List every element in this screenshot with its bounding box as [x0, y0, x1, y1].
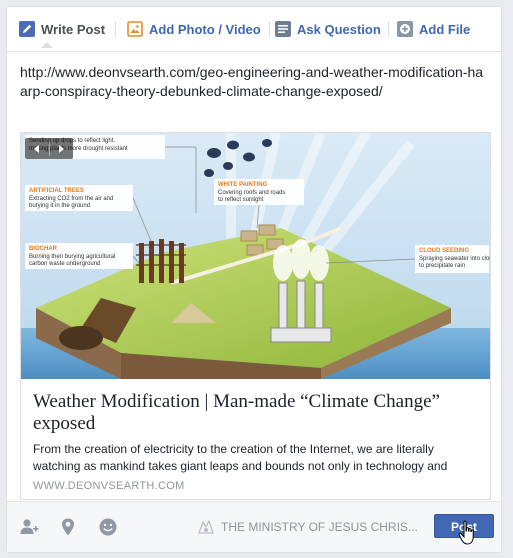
tab-add-file-label: Add File	[419, 21, 471, 37]
label-artificial-trees: ARTIFICIAL TREES	[29, 188, 84, 194]
tab-write-post[interactable]: Write Post	[19, 19, 105, 39]
active-tab-indicator	[41, 42, 53, 48]
tab-ask-question-label: Ask Question	[297, 21, 381, 37]
svg-text:burying it in the ground: burying it in the ground	[29, 203, 90, 209]
climate-engineering-illustration: Sending up drops to reflect light, makin…	[21, 133, 490, 379]
tab-add-photo-video-label: Add Photo / Video	[149, 21, 261, 37]
svg-text:Spraying seawater into clouds: Spraying seawater into clouds	[419, 256, 490, 262]
link-preview[interactable]: Sending up drops to reflect light, makin…	[20, 132, 491, 500]
smiley-face-icon[interactable]	[98, 517, 118, 537]
tag-friends-icon[interactable]	[19, 517, 39, 537]
label-white-painting: WHITE PAINTING	[218, 182, 268, 188]
composer-tabs: Write Post Add Photo / Video Ask Questio…	[7, 7, 501, 52]
hand-cursor-icon	[458, 520, 474, 545]
tab-add-photo-video[interactable]: Add Photo / Video	[127, 19, 261, 39]
tab-write-post-label: Write Post	[41, 21, 106, 37]
svg-text:Burning then burying agricultu: Burning then burying agricultural	[29, 254, 115, 260]
tab-divider	[269, 21, 270, 37]
arrow-right-icon	[59, 144, 65, 153]
tab-ask-question[interactable]: Ask Question	[275, 19, 381, 39]
preview-meta: Weather Modification | Man-made “Climate…	[21, 379, 490, 499]
svg-text:carbon waste underground: carbon waste underground	[29, 261, 100, 267]
post-as-page-name: THE MINISTRY OF JESUS CHRIS...	[221, 520, 418, 534]
preview-domain: WWW.DEONVSEARTH.COM	[33, 480, 185, 492]
plus-box-icon	[397, 21, 413, 37]
post-text-input[interactable]: http://www.deonvsearth.com/geo-engineeri…	[20, 63, 490, 101]
image-slider-controls	[25, 138, 73, 159]
tab-add-file[interactable]: Add File	[397, 19, 470, 39]
previous-image-button[interactable]	[25, 138, 49, 159]
post-as-page-selector[interactable]: THE MINISTRY OF JESUS CHRIS...	[197, 519, 418, 535]
preview-description: From the creation of electricity to the …	[33, 442, 448, 473]
tab-divider	[115, 21, 116, 37]
svg-text:Extracting CO2 from the air an: Extracting CO2 from the air and	[29, 196, 113, 202]
next-image-button[interactable]	[50, 138, 74, 159]
tab-divider	[388, 21, 389, 37]
arrow-left-icon	[33, 144, 39, 153]
svg-text:Covering roofs and roads: Covering roofs and roads	[218, 190, 285, 196]
svg-text:to reflect sunlight: to reflect sunlight	[218, 197, 264, 203]
page-icon	[198, 519, 214, 534]
label-cloud-seeding: CLOUD SEEDING	[419, 248, 469, 254]
label-biochar: BIOCHAR	[29, 246, 58, 252]
list-icon	[275, 21, 291, 37]
preview-title[interactable]: Weather Modification | Man-made “Climate…	[33, 391, 473, 435]
composer-card: Write Post Add Photo / Video Ask Questio…	[6, 6, 502, 553]
location-pin-icon[interactable]	[58, 517, 78, 537]
svg-text:to precipitate rain: to precipitate rain	[419, 263, 465, 269]
photo-icon	[127, 21, 143, 37]
preview-image: Sending up drops to reflect light, makin…	[21, 133, 490, 379]
composer-footer: THE MINISTRY OF JESUS CHRIS... Post	[7, 501, 501, 552]
pencil-icon	[19, 21, 35, 37]
